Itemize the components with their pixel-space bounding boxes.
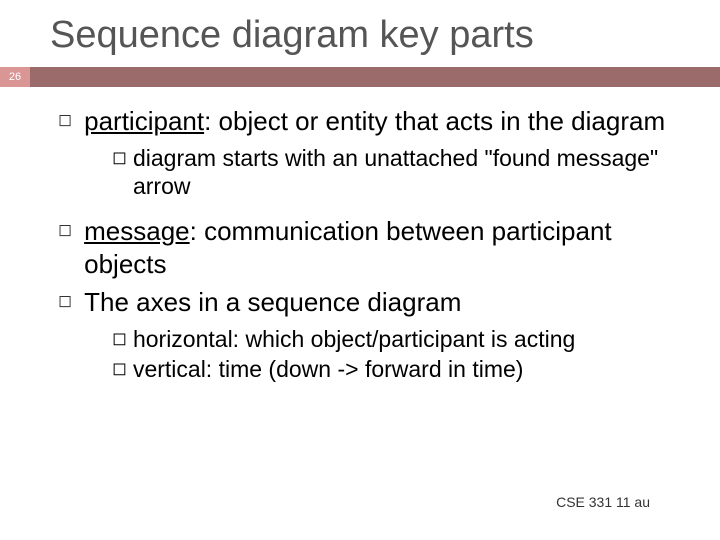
bullet-item: ◻ The axes in a sequence diagram bbox=[58, 286, 680, 319]
bullet-text: The axes in a sequence diagram bbox=[84, 286, 461, 319]
page-number: 26 bbox=[0, 67, 30, 87]
sub-list: ◻ horizontal: which object/participant i… bbox=[58, 325, 680, 385]
slide-title: Sequence diagram key parts bbox=[0, 0, 720, 67]
square-bullet-icon: ◻ bbox=[58, 220, 72, 240]
slide-footer: CSE 331 11 au bbox=[556, 494, 650, 510]
square-bullet-icon: ◻ bbox=[112, 147, 127, 168]
slide-content: ◻ participant: object or entity that act… bbox=[0, 87, 720, 384]
accent-bar: 26 bbox=[0, 67, 720, 87]
square-bullet-icon: ◻ bbox=[58, 291, 72, 311]
bullet-text: message: communication between participa… bbox=[84, 215, 680, 280]
sub-item: ◻ horizontal: which object/participant i… bbox=[112, 325, 680, 354]
square-bullet-icon: ◻ bbox=[112, 358, 127, 379]
sub-list: ◻ diagram starts with an unattached "fou… bbox=[58, 144, 680, 202]
square-bullet-icon: ◻ bbox=[112, 328, 127, 349]
sub-item: ◻ diagram starts with an unattached "fou… bbox=[112, 144, 680, 202]
sub-text: horizontal: which object/participant is … bbox=[133, 325, 575, 354]
bullet-text: participant: object or entity that acts … bbox=[84, 105, 665, 138]
square-bullet-icon: ◻ bbox=[58, 110, 72, 130]
sub-text: vertical: time (down -> forward in time) bbox=[133, 355, 523, 384]
bullet-item: ◻ participant: object or entity that act… bbox=[58, 105, 680, 138]
sub-item: ◻ vertical: time (down -> forward in tim… bbox=[112, 355, 680, 384]
sub-text: diagram starts with an unattached "found… bbox=[133, 144, 680, 202]
bullet-item: ◻ message: communication between partici… bbox=[58, 215, 680, 280]
